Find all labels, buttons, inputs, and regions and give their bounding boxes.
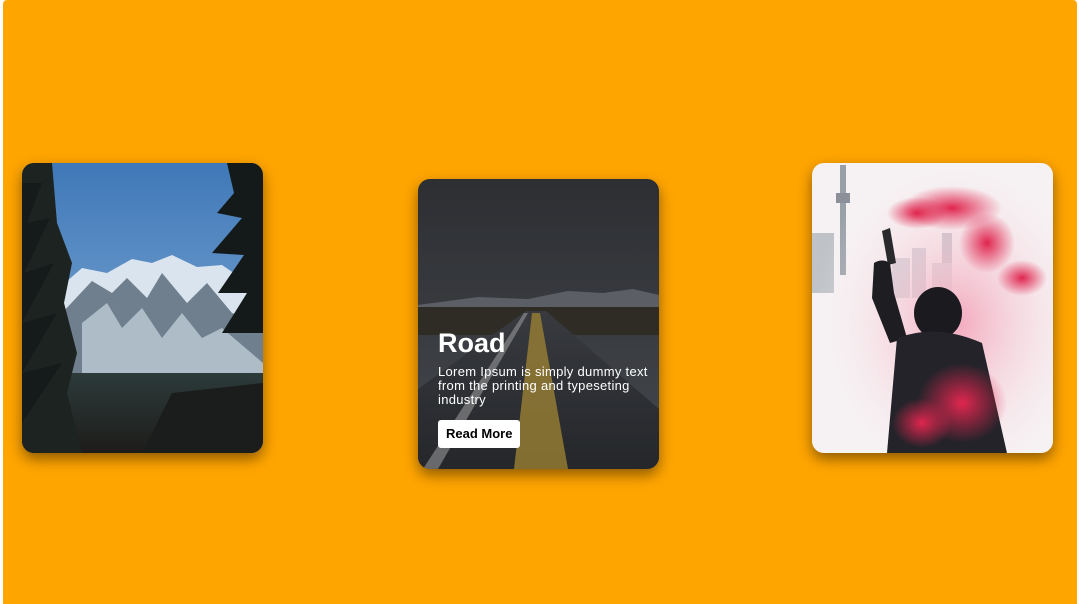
read-more-button[interactable]: Read More xyxy=(438,420,521,448)
card-road[interactable]: Road Lorem Ipsum is simply dummy text fr… xyxy=(418,179,659,469)
mountain-image xyxy=(22,163,263,453)
card-title: Road xyxy=(438,328,506,358)
card-content: Road Lorem Ipsum is simply dummy text fr… xyxy=(438,327,648,448)
card-smoke[interactable] xyxy=(812,163,1053,453)
card-description: Lorem Ipsum is simply dummy text from th… xyxy=(438,364,648,407)
card-mountain[interactable] xyxy=(22,163,263,453)
smoke-flare-image xyxy=(812,163,1053,453)
page-background: Road Lorem Ipsum is simply dummy text fr… xyxy=(3,0,1077,604)
